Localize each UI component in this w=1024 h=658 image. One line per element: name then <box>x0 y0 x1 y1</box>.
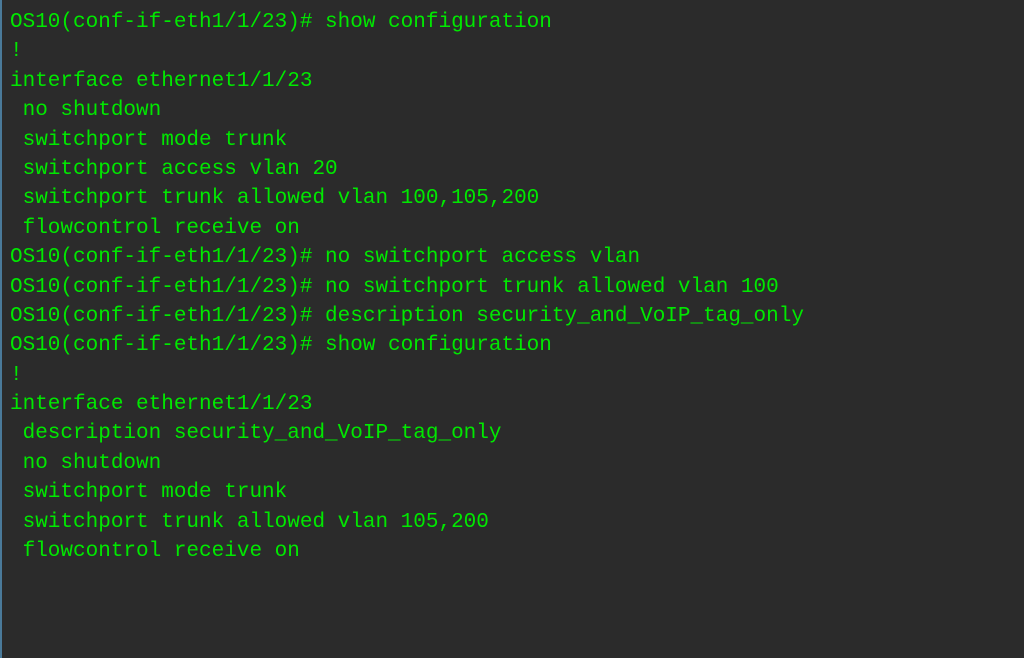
terminal-line: ! <box>6 361 1020 390</box>
terminal-line: switchport mode trunk <box>6 126 1020 155</box>
terminal-line: ! <box>6 37 1020 66</box>
terminal-line: OS10(conf-if-eth1/1/23)# show configurat… <box>6 331 1020 360</box>
terminal-line: switchport access vlan 20 <box>6 155 1020 184</box>
terminal-line: switchport mode trunk <box>6 478 1020 507</box>
terminal-output[interactable]: OS10(conf-if-eth1/1/23)# show configurat… <box>6 8 1020 566</box>
terminal-line: interface ethernet1/1/23 <box>6 390 1020 419</box>
terminal-line: flowcontrol receive on <box>6 214 1020 243</box>
terminal-line: no shutdown <box>6 96 1020 125</box>
terminal-line: no shutdown <box>6 449 1020 478</box>
terminal-line: interface ethernet1/1/23 <box>6 67 1020 96</box>
terminal-line: switchport trunk allowed vlan 100,105,20… <box>6 184 1020 213</box>
terminal-line: description security_and_VoIP_tag_only <box>6 419 1020 448</box>
terminal-line: OS10(conf-if-eth1/1/23)# no switchport t… <box>6 273 1020 302</box>
terminal-line: flowcontrol receive on <box>6 537 1020 566</box>
terminal-line: OS10(conf-if-eth1/1/23)# description sec… <box>6 302 1020 331</box>
terminal-line: switchport trunk allowed vlan 105,200 <box>6 508 1020 537</box>
terminal-line: OS10(conf-if-eth1/1/23)# show configurat… <box>6 8 1020 37</box>
terminal-line: OS10(conf-if-eth1/1/23)# no switchport a… <box>6 243 1020 272</box>
